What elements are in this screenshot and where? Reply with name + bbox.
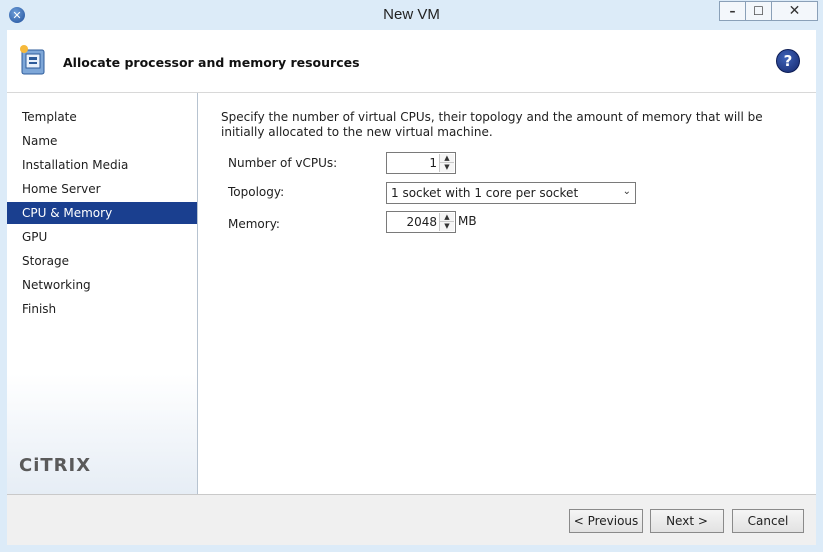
description-text: Specify the number of virtual CPUs, thei… xyxy=(221,110,763,139)
nav-item-home-server[interactable]: Home Server xyxy=(7,178,197,200)
memory-value[interactable]: 2048 xyxy=(406,215,437,229)
close-button[interactable]: ✕ xyxy=(771,1,818,21)
topology-label: Topology: xyxy=(228,185,285,199)
main-content: Specify the number of virtual CPUs, thei… xyxy=(198,93,816,494)
nav-item-storage[interactable]: Storage xyxy=(7,250,197,272)
memory-spin-arrows: ▲ ▼ xyxy=(439,213,454,231)
nav-item-template[interactable]: Template xyxy=(7,106,197,128)
wizard-header: Allocate processor and memory resources … xyxy=(7,30,816,93)
minimize-button[interactable]: – xyxy=(719,1,746,21)
topology-value: 1 socket with 1 core per socket xyxy=(391,186,579,200)
wizard-nav: Template Name Installation Media Home Se… xyxy=(7,93,198,494)
memory-label: Memory: xyxy=(228,217,280,231)
nav-item-installation-media[interactable]: Installation Media xyxy=(7,154,197,176)
chevron-up-icon[interactable]: ▲ xyxy=(440,213,454,222)
maximize-button[interactable]: ☐ xyxy=(745,1,772,21)
chevron-up-icon[interactable]: ▲ xyxy=(440,154,454,163)
chevron-down-icon[interactable]: ▼ xyxy=(440,163,454,172)
previous-button[interactable]: < Previous xyxy=(569,509,643,533)
chevron-down-icon[interactable]: ▼ xyxy=(440,222,454,231)
nav-item-name[interactable]: Name xyxy=(7,130,197,152)
vcpus-stepper[interactable]: 1 ▲ ▼ xyxy=(386,152,456,174)
chevron-down-icon[interactable]: ⌄ xyxy=(623,186,631,197)
cancel-button[interactable]: Cancel xyxy=(732,509,804,533)
window-title: New VM xyxy=(383,6,440,23)
nav-item-cpu-memory[interactable]: CPU & Memory xyxy=(7,202,197,224)
next-button[interactable]: Next > xyxy=(650,509,724,533)
nav-item-finish[interactable]: Finish xyxy=(7,298,197,320)
vcpus-spin-arrows: ▲ ▼ xyxy=(439,154,454,172)
vcpus-label: Number of vCPUs: xyxy=(228,156,338,170)
page-title: Allocate processor and memory resources xyxy=(63,55,360,70)
citrix-logo: CiTRIX xyxy=(19,455,92,476)
vm-wizard-icon xyxy=(20,45,45,75)
topology-select[interactable]: 1 socket with 1 core per socket ⌄ xyxy=(386,182,636,204)
memory-unit-label: MB xyxy=(458,214,477,228)
wizard-footer: < Previous Next > Cancel xyxy=(7,494,816,545)
nav-item-gpu[interactable]: GPU xyxy=(7,226,197,248)
vcpus-value[interactable]: 1 xyxy=(429,156,437,170)
help-icon[interactable]: ? xyxy=(776,49,800,73)
nav-item-networking[interactable]: Networking xyxy=(7,274,197,296)
memory-stepper[interactable]: 2048 ▲ ▼ xyxy=(386,211,456,233)
title-bar: ✕ New VM – ☐ ✕ xyxy=(0,0,823,30)
